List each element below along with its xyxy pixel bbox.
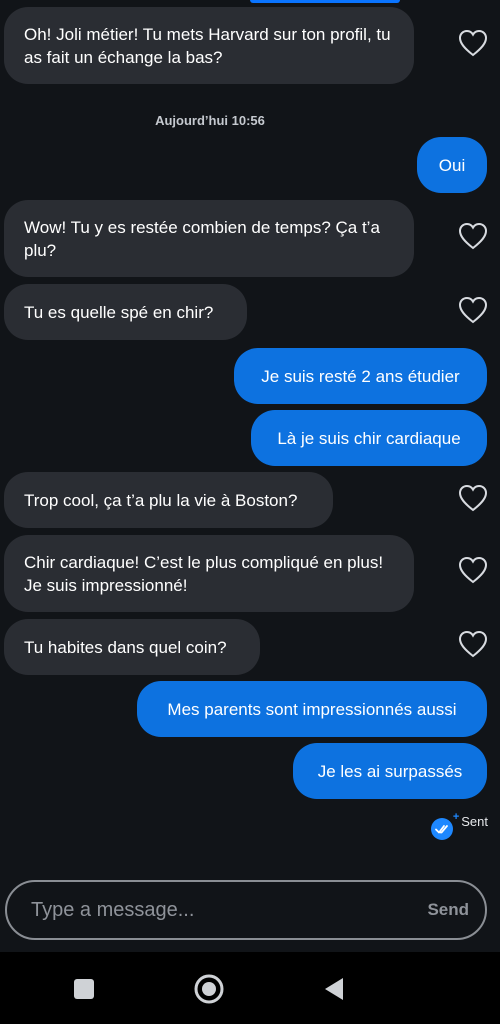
- message-incoming[interactable]: Oh! Joli métier! Tu mets Harvard sur ton…: [4, 7, 414, 84]
- like-heart-icon[interactable]: [458, 29, 488, 57]
- double-check-icon: +: [431, 811, 459, 840]
- sent-status: + Sent: [431, 811, 488, 840]
- message-incoming[interactable]: Chir cardiaque! C’est le plus compliqué …: [4, 535, 414, 612]
- like-heart-icon[interactable]: [458, 484, 488, 512]
- message-incoming[interactable]: Trop cool, ça t’a plu la vie à Boston?: [4, 472, 333, 528]
- message-outgoing[interactable]: Je les ai surpassés: [293, 743, 487, 799]
- sent-label: Sent: [461, 814, 488, 829]
- system-navigation-bar: [0, 952, 500, 1024]
- square-recents-icon[interactable]: [66, 971, 102, 1007]
- message-outgoing[interactable]: Je suis resté 2 ans étudier: [234, 348, 487, 404]
- like-heart-icon[interactable]: [458, 630, 488, 658]
- message-incoming[interactable]: Tu es quelle spé en chir?: [4, 284, 247, 340]
- message-incoming[interactable]: Wow! Tu y es restée combien de temps? Ça…: [4, 200, 414, 277]
- message-outgoing[interactable]: Mes parents sont impressionnés aussi: [137, 681, 487, 737]
- message-composer: Send: [5, 880, 487, 940]
- circle-home-icon[interactable]: [191, 971, 227, 1007]
- send-button[interactable]: Send: [427, 900, 469, 920]
- like-heart-icon[interactable]: [458, 296, 488, 324]
- message-outgoing[interactable]: Là je suis chir cardiaque: [251, 410, 487, 466]
- message-outgoing[interactable]: Oui: [417, 137, 487, 193]
- triangle-back-icon[interactable]: [316, 971, 352, 1007]
- message-input[interactable]: [29, 897, 428, 923]
- top-accent-bar: [250, 0, 400, 3]
- date-separator: Aujourd’hui 10:56: [155, 113, 265, 128]
- like-heart-icon[interactable]: [458, 556, 488, 584]
- like-heart-icon[interactable]: [458, 222, 488, 250]
- message-incoming[interactable]: Tu habites dans quel coin?: [4, 619, 260, 675]
- plus-badge-icon: +: [452, 811, 460, 823]
